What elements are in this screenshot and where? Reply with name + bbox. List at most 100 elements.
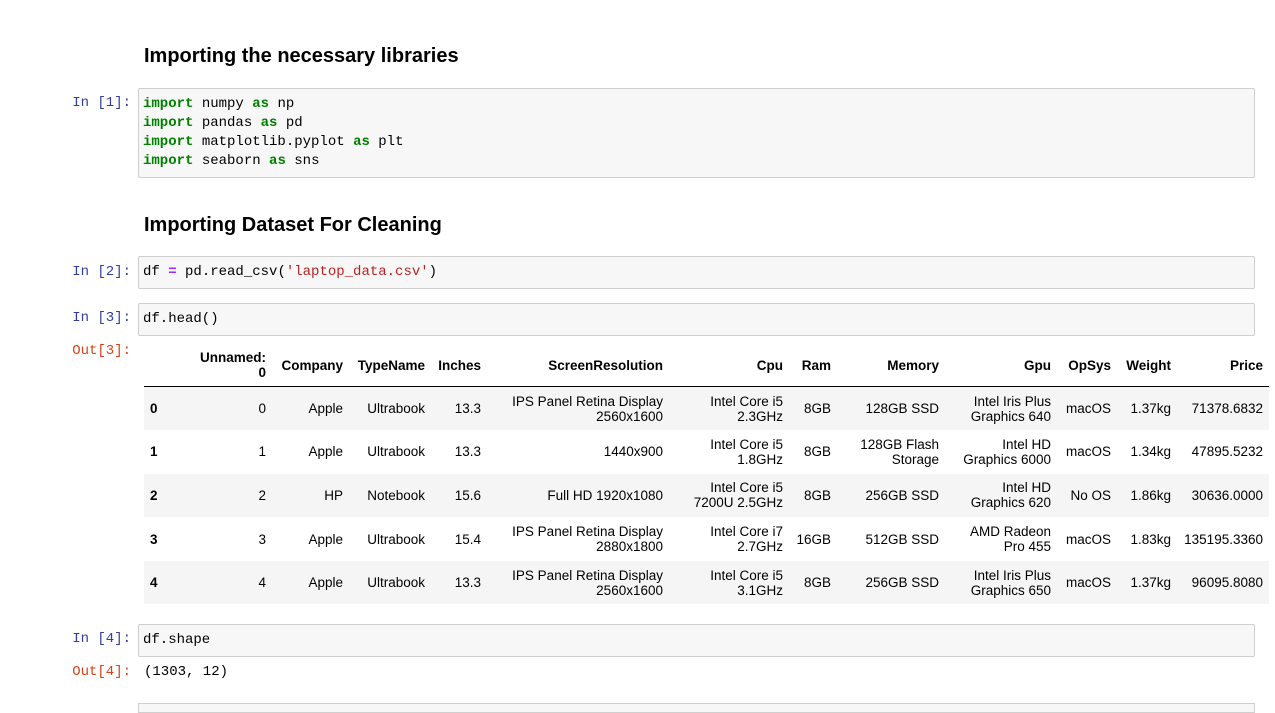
code-text: df: [143, 264, 169, 280]
table-cell: Intel HD Graphics 620: [970, 480, 1051, 511]
column-header: Unnamed: 0: [178, 344, 272, 387]
keyword: import: [143, 96, 194, 112]
table-cell: Intel Iris Plus Graphics 650: [970, 567, 1051, 598]
table-cell: Apple: [308, 444, 343, 460]
table-cell: Full HD 1920x1080: [547, 487, 663, 503]
code-text: df.shape: [143, 632, 211, 648]
module-name: seaborn: [193, 153, 270, 169]
operator: =: [168, 264, 177, 280]
table-cell: 3: [258, 531, 266, 547]
table-cell: Intel Core i5 2.3GHz: [710, 393, 783, 424]
table-cell: 13.3: [454, 444, 481, 460]
table-cell: macOS: [1065, 444, 1111, 460]
column-header: Company: [272, 344, 349, 387]
row-index: 2: [150, 487, 158, 503]
column-header: Gpu: [945, 344, 1057, 387]
keyword: as: [260, 115, 278, 131]
column-header: Memory: [837, 344, 945, 387]
cell-3-output-prompt: Out[3]:: [72, 343, 131, 359]
table-cell: 4: [258, 575, 266, 591]
column-header: Inches: [431, 344, 487, 387]
code-text: ): [428, 264, 438, 280]
table-cell: 15.6: [454, 487, 481, 503]
table-cell: 1.37kg: [1130, 575, 1171, 591]
table-cell: 128GB Flash Storage: [860, 436, 939, 467]
table-cell: 8GB: [803, 575, 831, 591]
table-cell: Ultrabook: [367, 531, 425, 547]
table-cell: 30636.0000: [1191, 487, 1263, 503]
keyword: as: [252, 96, 270, 112]
table-cell: IPS Panel Retina Display 2560x1600: [512, 393, 663, 424]
table-row: 0 0 Apple Ultrabook 13.3 IPS Panel Retin…: [144, 386, 1269, 431]
table-row: 3 3 Apple Ultrabook 15.4 IPS Panel Retin…: [144, 517, 1269, 561]
cell-3-code-editor[interactable]: df.head(): [138, 303, 1255, 336]
table-cell: Ultrabook: [367, 401, 425, 417]
cell-3-input-prompt: In [3]:: [72, 310, 131, 326]
table-cell: macOS: [1065, 575, 1111, 591]
table-cell: 1: [258, 444, 266, 460]
keyword: import: [143, 115, 194, 131]
cell-2-input-prompt: In [2]:: [72, 264, 131, 280]
column-header: TypeName: [349, 344, 431, 387]
table-cell: Intel HD Graphics 6000: [963, 436, 1051, 467]
table-cell: 96095.8080: [1191, 575, 1263, 591]
table-cell: 1.34kg: [1130, 444, 1171, 460]
table-cell: 512GB SSD: [865, 531, 939, 547]
table-cell: Apple: [308, 531, 343, 547]
keyword: as: [353, 134, 370, 150]
table-cell: 0: [258, 401, 266, 417]
table-cell: Intel Core i7 2.7GHz: [710, 524, 783, 555]
row-index: 0: [150, 401, 158, 417]
table-cell: 1440x900: [603, 444, 663, 460]
keyword: import: [143, 153, 194, 169]
cell-4-output-prompt: Out[4]:: [72, 664, 131, 680]
module-name: numpy: [193, 96, 253, 112]
row-index: 3: [150, 531, 158, 547]
cell-5-code-editor[interactable]: [138, 703, 1255, 713]
table-cell: HP: [324, 487, 343, 503]
alias-name: sns: [285, 153, 320, 169]
row-index: 4: [150, 575, 158, 591]
table-cell: No OS: [1070, 487, 1111, 503]
table-cell: 13.3: [454, 401, 481, 417]
table-cell: Intel Core i5 1.8GHz: [710, 436, 783, 467]
table-header-row: Unnamed: 0 Company TypeName Inches Scree…: [144, 344, 1269, 387]
table-cell: AMD Radeon Pro 455: [969, 524, 1051, 555]
table-cell: Apple: [308, 401, 343, 417]
cell-1-input-prompt: In [1]:: [72, 95, 131, 111]
keyword: as: [269, 153, 286, 169]
table-cell: 128GB SSD: [865, 401, 939, 417]
table-cell: 1.37kg: [1130, 401, 1171, 417]
column-header: Price: [1177, 344, 1269, 387]
table-cell: 15.4: [454, 531, 481, 547]
table-cell: 8GB: [803, 444, 831, 460]
table-cell: 2: [258, 487, 266, 503]
table-cell: 256GB SSD: [865, 575, 939, 591]
table-cell: Notebook: [367, 487, 425, 503]
column-header: Cpu: [669, 344, 789, 387]
cell-2-code-editor[interactable]: df = pd.read_csv('laptop_data.csv'): [138, 256, 1255, 289]
column-header: Weight: [1117, 344, 1177, 387]
alias-name: np: [269, 96, 295, 112]
code-text: pd.read_csv(: [176, 264, 286, 280]
cell-4-code-editor[interactable]: df.shape: [138, 624, 1255, 657]
table-cell: 8GB: [803, 401, 831, 417]
module-name: matplotlib.pyplot: [193, 134, 354, 150]
row-index: 1: [150, 444, 158, 460]
table-cell: 47895.5232: [1191, 444, 1263, 460]
table-cell: Intel Core i5 3.1GHz: [710, 567, 783, 598]
module-name: pandas: [193, 115, 261, 131]
table-row: 4 4 Apple Ultrabook 13.3 IPS Panel Retin…: [144, 560, 1269, 605]
table-cell: IPS Panel Retina Display 2880x1800: [512, 524, 663, 555]
alias-name: pd: [277, 115, 303, 131]
table-cell: 71378.6832: [1191, 401, 1263, 417]
column-header: Ram: [789, 344, 837, 387]
table-cell: Apple: [308, 575, 343, 591]
cell-4-input-prompt: In [4]:: [72, 631, 131, 647]
table-cell: 135195.3360: [1184, 531, 1263, 547]
table-cell: 8GB: [803, 487, 831, 503]
section-heading-libraries: Importing the necessary libraries: [144, 45, 459, 67]
table-row: 1 1 Apple Ultrabook 13.3 1440x900 Intel …: [144, 430, 1269, 474]
cell-1-code-editor[interactable]: import numpy as np import pandas as pd i…: [138, 88, 1255, 178]
table-cell: macOS: [1065, 531, 1111, 547]
